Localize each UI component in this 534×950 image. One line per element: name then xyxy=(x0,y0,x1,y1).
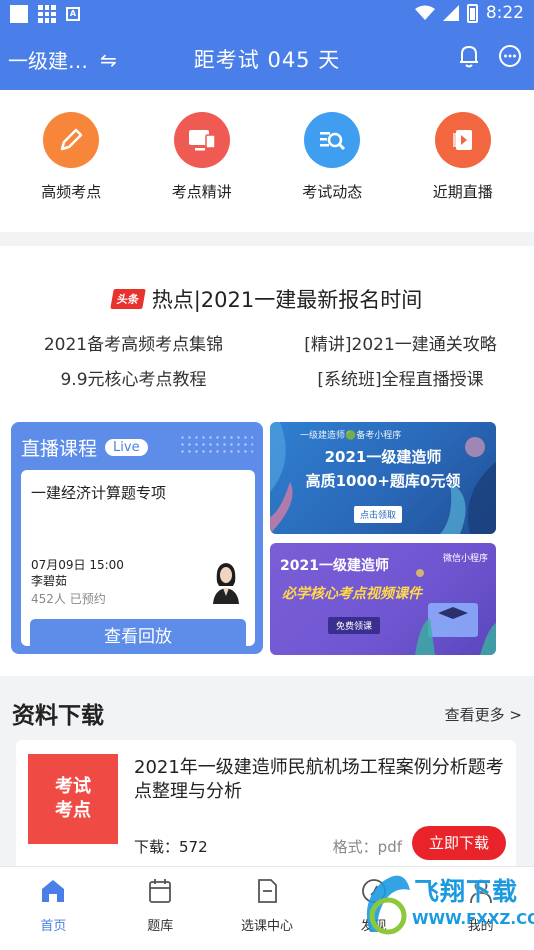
headline-title: 热点|2021一建最新报名时间 xyxy=(151,288,423,312)
notification-a-icon: A xyxy=(66,7,80,21)
wifi-icon xyxy=(414,5,435,20)
teacher-avatar xyxy=(213,563,239,604)
download-now-button[interactable]: 立即下载 xyxy=(412,826,506,860)
headline-badge: 头条 xyxy=(109,289,146,309)
watermark-url: WWW.FXXZ.COM xyxy=(412,910,534,928)
teacher-name: 李碧茹 xyxy=(31,574,68,588)
news-link[interactable]: [精讲]2021一建通关攻略 xyxy=(267,330,534,355)
clock: 8:22 xyxy=(485,3,524,23)
live-course-body: 一建经济计算题专项 07月09日 15:00 李碧茹 452人 已预约 查看回放 xyxy=(21,470,255,654)
view-replay-button[interactable]: 查看回放 xyxy=(30,619,246,654)
watermark-text: 飞翔下载 xyxy=(414,877,519,906)
nav-label: 选课中心 xyxy=(240,919,293,934)
nav-home[interactable]: 首页 xyxy=(0,867,107,950)
decorative-dots xyxy=(179,434,253,456)
live-course-title: 直播课程 xyxy=(21,438,98,460)
document-icon xyxy=(258,879,277,903)
banner-subtitle: 高质1000+题库0元领 xyxy=(305,472,461,490)
document-title: 2021年一级建造师民航机场工程案例分析题考点整理与分析 xyxy=(134,757,504,802)
pencil-icon xyxy=(43,112,100,168)
headline[interactable]: 头条 热点|2021一建最新报名时间 xyxy=(0,284,534,314)
quick-entry-live[interactable]: 近期直播 xyxy=(403,90,523,232)
nav-question-bank[interactable]: 题库 xyxy=(107,867,214,950)
question-bank-banner[interactable]: 一级建造师🟢备考小程序 2021一级建造师 高质1000+题库0元领 点击领取 xyxy=(270,422,496,534)
banner-title: 2021一级建造师 xyxy=(280,558,389,574)
quick-entry-hot-topics[interactable]: 高频考点 xyxy=(11,90,131,232)
system-tray: 8:22 xyxy=(414,3,524,23)
booked-count: 452人 已预约 xyxy=(31,592,106,606)
live-tag: Live xyxy=(105,439,148,456)
free-course-button[interactable]: 免费领课 xyxy=(328,617,381,634)
bell-icon[interactable] xyxy=(458,44,480,68)
app-header: 一级建… ⇋ 距考试 045 天 xyxy=(0,28,534,90)
message-icon[interactable] xyxy=(498,44,521,68)
quick-entry-label: 考点精讲 xyxy=(171,183,232,201)
quick-entry-label: 近期直播 xyxy=(432,183,493,201)
live-course-card[interactable]: 直播课程 Live 一建经济计算题专项 07月09日 15:00 李碧茹 452… xyxy=(11,422,263,654)
news-link[interactable]: 2021备考高频考点集锦 xyxy=(0,330,267,355)
exam-countdown: 距考试 045 天 xyxy=(193,48,341,72)
quick-entry-lectures[interactable]: 考点精讲 xyxy=(142,90,262,232)
live-course-header: 直播课程 Live xyxy=(21,434,148,461)
file-format: 格式：pdf xyxy=(332,838,402,856)
quick-entry-bar: 高频考点 考点精讲 考试动态 近期直播 xyxy=(0,90,534,232)
downloads-title: 资料下载 xyxy=(12,703,104,729)
status-bar: A 8:22 xyxy=(0,0,534,28)
downloads-header: 资料下载 查看更多 > xyxy=(0,684,534,740)
app-grid-icon xyxy=(38,5,56,23)
document-cover: 考试 考点 xyxy=(28,754,118,844)
banner-title: 2021一级建造师 xyxy=(324,448,442,466)
quick-entry-exam-news[interactable]: 考试动态 xyxy=(272,90,392,232)
quick-entry-label: 考试动态 xyxy=(302,183,363,201)
claim-button[interactable]: 点击领取 xyxy=(354,506,403,523)
nav-course-center[interactable]: 选课中心 xyxy=(214,867,321,950)
signal-icon xyxy=(442,5,459,21)
site-watermark: 飞翔下载 WWW.FXXZ.COM xyxy=(364,870,534,942)
battery-icon xyxy=(466,3,478,23)
news-section: 头条 热点|2021一建最新报名时间 2021备考高频考点集锦 [精讲]2021… xyxy=(0,246,534,676)
notification-icons: A xyxy=(10,5,80,23)
view-more-link[interactable]: 查看更多 > xyxy=(445,704,522,725)
quick-entry-label: 高频考点 xyxy=(41,183,102,201)
search-list-icon xyxy=(304,112,361,168)
nav-label: 题库 xyxy=(147,919,174,934)
cover-text: 考点 xyxy=(55,800,91,821)
wechat-mini-label: 微信小程序 xyxy=(442,554,488,564)
download-count: 下载：572 xyxy=(134,838,208,856)
cover-text: 考试 xyxy=(55,776,91,797)
news-link[interactable]: 9.9元核心考点教程 xyxy=(0,365,267,390)
nav-label: 首页 xyxy=(40,919,67,934)
monitor-icon xyxy=(173,112,230,168)
banner-mini-program-label: 一级建造师🟢备考小程序 xyxy=(300,431,402,441)
home-icon xyxy=(42,880,65,902)
video-icon xyxy=(434,112,491,168)
notification-square-icon xyxy=(10,5,28,23)
video-course-banner[interactable]: 微信小程序 2021一级建造师 必学核心考点视频课件 免费领课 xyxy=(270,543,496,655)
banner-subtitle: 必学核心考点视频课件 xyxy=(282,586,422,602)
news-links: 2021备考高频考点集锦 [精讲]2021一建通关攻略 9.9元核心考点教程 [… xyxy=(0,330,534,390)
watermark-logo xyxy=(366,875,410,935)
news-link[interactable]: [系统班]全程直播授课 xyxy=(267,365,534,390)
course-datetime: 07月09日 15:00 xyxy=(31,558,124,572)
course-name: 一建经济计算题专项 xyxy=(31,484,167,502)
calendar-icon xyxy=(149,879,172,903)
download-item[interactable]: 考试 考点 2021年一级建造师民航机场工程案例分析题考点整理与分析 下载：57… xyxy=(16,740,516,870)
